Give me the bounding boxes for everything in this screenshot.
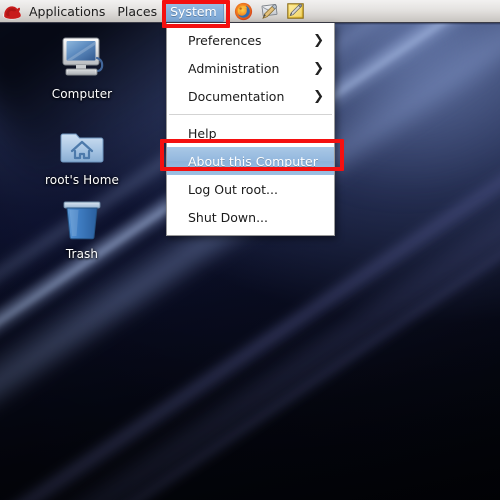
menu-places[interactable]: Places: [111, 1, 163, 22]
menu-system[interactable]: System: [163, 0, 224, 22]
red-hat-shadowman-logo[interactable]: [1, 1, 23, 22]
menu-item-documentation[interactable]: Documentation ❯: [167, 82, 334, 110]
menu-item-about-this-computer[interactable]: About this Computer: [167, 147, 334, 175]
home-folder-icon: [56, 118, 108, 168]
menu-item-label: Administration: [188, 60, 280, 76]
trash-bin-icon: [56, 192, 108, 242]
computer-monitor-icon: [56, 32, 108, 82]
menu-separator: [169, 114, 332, 115]
desktop-icon-home[interactable]: root's Home: [30, 118, 134, 187]
firefox-web-browser-icon[interactable]: [233, 1, 255, 22]
top-panel: Applications Places System: [0, 0, 500, 25]
menu-item-log-out[interactable]: Log Out root...: [167, 175, 334, 203]
menu-item-shut-down[interactable]: Shut Down...: [167, 203, 334, 231]
text-editor-icon[interactable]: [285, 1, 307, 22]
evolution-mail-icon[interactable]: [259, 1, 281, 22]
system-menu-dropdown[interactable]: Preferences ❯ Administration ❯ Documenta…: [166, 23, 335, 236]
menu-item-label: About this Computer: [188, 153, 318, 169]
menu-item-label: Preferences: [188, 32, 262, 48]
desktop-icon-label: Trash: [65, 247, 99, 261]
menu-applications-label: Applications: [29, 3, 106, 19]
menu-item-label: Documentation: [188, 88, 285, 104]
menu-places-label: Places: [117, 3, 158, 19]
menu-item-preferences[interactable]: Preferences ❯: [167, 26, 334, 54]
menu-item-administration[interactable]: Administration ❯: [167, 54, 334, 82]
menu-system-label: System: [170, 3, 217, 19]
chevron-right-icon: ❯: [313, 60, 324, 76]
desktop-icon-label: Computer: [51, 87, 113, 101]
menu-item-label: Log Out root...: [188, 181, 278, 197]
desktop-icon-trash[interactable]: Trash: [30, 192, 134, 261]
menu-applications[interactable]: Applications: [23, 1, 111, 22]
menu-item-help[interactable]: Help: [167, 119, 334, 147]
panel-separator: [226, 2, 228, 20]
chevron-right-icon: ❯: [313, 88, 324, 104]
menu-item-label: Help: [188, 125, 217, 141]
menu-item-label: Shut Down...: [188, 209, 268, 225]
desktop-screen: Computer root's Home Trash Applications …: [0, 0, 500, 500]
chevron-right-icon: ❯: [313, 32, 324, 48]
desktop-icon-computer[interactable]: Computer: [30, 32, 134, 101]
desktop-icon-label: root's Home: [45, 173, 119, 187]
